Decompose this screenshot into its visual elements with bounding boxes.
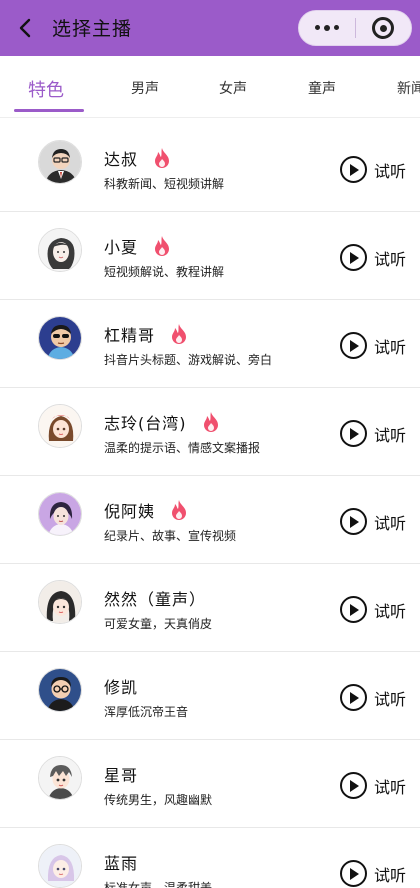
glasses-boy-avatar [38,668,82,712]
anchor-description: 浑厚低沉帝王音 [104,705,189,719]
child-girl-avatar [38,580,82,624]
anchor-name: 星哥 [104,766,139,785]
listen-label: 试听 [373,865,406,885]
play-icon [339,684,367,711]
anchor-name: 倪阿姨 [104,502,156,521]
play-icon [339,156,367,183]
anchor-name: 小夏 [104,238,139,257]
flame-icon [172,500,187,520]
target-ring-icon [372,17,395,39]
list-item[interactable]: 蓝雨 标准女声，温柔甜美 试听 [0,828,420,888]
flame-icon [203,412,218,432]
play-icon [339,596,367,623]
listen-label: 试听 [373,689,406,709]
tab-featured[interactable]: 特色 [28,76,64,102]
category-tabs: 特色 男声 女声 童声 新闻 [0,56,420,118]
anchor-description: 抖音片头标题、游戏解说、旁白 [104,353,273,367]
flame-icon [155,236,170,256]
list-item[interactable]: 杠精哥 抖音片头标题、游戏解说、旁白 试听 [0,300,420,388]
listen-button[interactable]: 试听 [339,772,406,799]
anchor-description: 科教新闻、短视频讲解 [104,177,225,191]
list-item[interactable]: 达叔 科教新闻、短视频讲解 试听 [0,124,420,212]
anchor-name: 达叔 [104,150,139,169]
pastel-girl-avatar [38,844,82,888]
tab-news[interactable]: 新闻 [397,78,420,98]
anchor-description: 传统男生，风趣幽默 [104,793,213,807]
close-button[interactable] [355,11,411,45]
tab-child[interactable]: 童声 [308,78,336,98]
play-icon [339,420,367,447]
tab-female[interactable]: 女声 [219,78,247,98]
more-dots-icon [314,25,339,31]
listen-label: 试听 [373,601,406,621]
listen-button[interactable]: 试听 [339,684,406,711]
listen-label: 试听 [373,337,406,357]
listen-button[interactable]: 试听 [339,156,406,183]
flame-icon [155,148,170,168]
girl-sketch-avatar [38,228,82,272]
listen-label: 试听 [373,425,406,445]
listen-button[interactable]: 试听 [339,420,406,447]
anime-boy-avatar [38,756,82,800]
play-icon [339,860,367,887]
anime-girl-avatar [38,404,82,448]
miniprogram-capsule [298,10,412,46]
listen-label: 试听 [373,513,406,533]
chevron-left-icon[interactable] [14,16,38,40]
list-item[interactable]: 星哥 传统男生，风趣幽默 试听 [0,740,420,828]
page-title: 选择主播 [52,18,133,40]
tabs-divider [0,117,420,118]
anchor-description: 纪录片、故事、宣传视频 [104,529,237,543]
suit-man-avatar [38,140,82,184]
flame-icon [172,324,187,344]
anchor-list: 达叔 科教新闻、短视频讲解 试听 小夏 短视频解说、教程讲解 试听 杠精哥 抖音… [0,124,420,888]
lady-purple-avatar [38,492,82,536]
play-icon [339,772,367,799]
listen-label: 试听 [373,777,406,797]
anchor-description: 可爱女童，天真俏皮 [104,617,213,631]
active-tab-indicator [14,109,84,112]
play-icon [339,508,367,535]
list-item[interactable]: 修凯 浑厚低沉帝王音 试听 [0,652,420,740]
anchor-description: 温柔的提示语、情感文案播报 [104,441,261,455]
play-icon [339,332,367,359]
listen-label: 试听 [373,249,406,269]
anchor-name: 然然（童声） [104,590,207,609]
listen-button[interactable]: 试听 [339,508,406,535]
listen-button[interactable]: 试听 [339,244,406,271]
list-item[interactable]: 小夏 短视频解说、教程讲解 试听 [0,212,420,300]
more-button[interactable] [299,11,355,45]
anchor-description: 短视频解说、教程讲解 [104,265,225,279]
navigation-bar: 选择主播 [0,0,420,56]
tab-male[interactable]: 男声 [131,78,159,98]
anchor-name: 蓝雨 [104,854,139,873]
anchor-name: 修凯 [104,678,139,697]
listen-button[interactable]: 试听 [339,332,406,359]
listen-label: 试听 [373,161,406,181]
list-item[interactable]: 志玲(台湾) 温柔的提示语、情感文案播报 试听 [0,388,420,476]
list-item[interactable]: 倪阿姨 纪录片、故事、宣传视频 试听 [0,476,420,564]
listen-button[interactable]: 试听 [339,860,406,887]
anchor-name: 杠精哥 [104,326,156,345]
anchor-name: 志玲(台湾) [104,414,187,433]
play-icon [339,244,367,271]
sunglasses-man-avatar [38,316,82,360]
listen-button[interactable]: 试听 [339,596,406,623]
anchor-description: 标准女声，温柔甜美 [104,881,213,888]
list-item[interactable]: 然然（童声） 可爱女童，天真俏皮 试听 [0,564,420,652]
